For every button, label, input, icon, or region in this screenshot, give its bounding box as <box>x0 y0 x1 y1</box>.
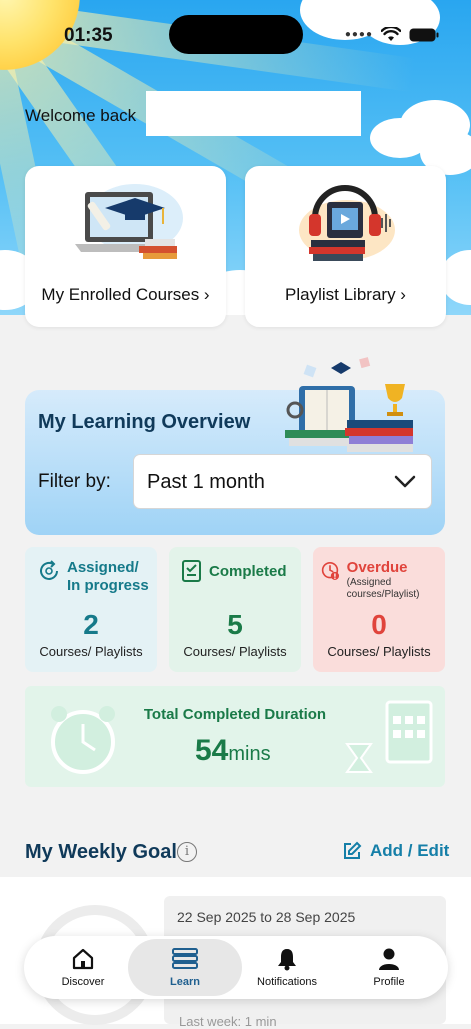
assigned-title-line1: Assigned/ <box>67 559 139 576</box>
nav-profile[interactable]: Profile <box>336 936 442 999</box>
completed-unit: Courses/ Playlists <box>183 644 287 659</box>
completed-count: 5 <box>227 609 243 640</box>
completed-title: Completed <box>209 563 287 580</box>
welcome-text: Welcome back <box>25 106 137 125</box>
edit-icon <box>344 841 362 859</box>
user-name-placeholder <box>146 91 361 136</box>
duration-title: Total Completed Duration <box>143 706 327 723</box>
my-enrolled-courses-label: My Enrolled Courses › <box>41 285 210 304</box>
assigned-title-line2: In progress <box>67 577 149 594</box>
weekly-goal-range: 22 Sep 2025 to 28 Sep 2025 <box>177 909 356 925</box>
nav-notifications-label: Notifications <box>257 976 317 988</box>
learning-overview-panel: My Learning Overview Filter by: Past 1 m… <box>25 357 445 535</box>
add-edit-goal-button[interactable]: Add / Edit <box>342 841 449 861</box>
total-duration-card: Total Completed Duration 54mins <box>25 686 445 787</box>
weekly-goal-title: My Weekly Goal <box>25 841 177 863</box>
person-icon <box>379 948 399 970</box>
chevron-down-icon <box>394 475 416 488</box>
assigned-unit: Courses/ Playlists <box>39 644 143 659</box>
overdue-count: 0 <box>371 609 387 640</box>
nav-profile-label: Profile <box>373 976 405 988</box>
overview-title: My Learning Overview <box>38 411 251 433</box>
weekly-goal-last-week: Last week: 1 min <box>179 1014 277 1029</box>
playlist-library-label: Playlist Library › <box>285 285 406 304</box>
laptop-graduation-illustration <box>75 184 183 259</box>
nav-learn[interactable]: Learn <box>128 936 242 999</box>
nav-notifications[interactable]: Notifications <box>234 936 340 999</box>
overdue-unit: Courses/ Playlists <box>327 644 431 659</box>
period-filter-value: Past 1 month <box>147 471 265 493</box>
status-icons: ●●●● <box>345 27 439 42</box>
duration-value: 54mins <box>195 734 271 768</box>
completed-card[interactable]: Completed 5 Courses/ Playlists <box>169 547 301 672</box>
headphones-books-illustration <box>299 185 395 261</box>
refresh-progress-icon <box>40 560 58 580</box>
info-icon[interactable]: i <box>177 842 197 862</box>
add-edit-label: Add / Edit <box>370 841 450 860</box>
status-time: 01:35 <box>64 25 113 46</box>
duration-number: 54 <box>195 734 229 767</box>
books-icon <box>172 948 198 969</box>
period-filter-select[interactable]: Past 1 month <box>133 454 432 509</box>
dynamic-island <box>169 15 303 54</box>
assigned-in-progress-card[interactable]: Assigned/ In progress 2 Courses/ Playlis… <box>25 547 157 672</box>
filter-label: Filter by: <box>38 471 111 492</box>
overdue-card[interactable]: Overdue (Assigned courses/Playlist) 0 Co… <box>313 547 445 672</box>
overdue-clock-icon <box>321 561 340 581</box>
nav-learn-label: Learn <box>170 976 200 988</box>
battery-icon <box>409 28 439 41</box>
wifi-icon <box>381 27 401 41</box>
bottom-navigation: Discover Learn Notifications Profile <box>24 936 448 999</box>
checklist-icon <box>182 560 201 582</box>
duration-unit: mins <box>228 743 271 765</box>
books-trophy-illustration <box>285 357 413 452</box>
overdue-subtitle: (Assigned courses/Playlist) <box>346 577 420 600</box>
nav-discover[interactable]: Discover <box>30 936 136 999</box>
assigned-count: 2 <box>83 609 99 640</box>
home-icon <box>72 948 94 970</box>
nav-discover-label: Discover <box>61 976 105 988</box>
overdue-title: Overdue <box>346 559 408 576</box>
my-enrolled-courses-card[interactable]: My Enrolled Courses › <box>25 166 226 327</box>
playlist-library-card[interactable]: Playlist Library › <box>245 166 446 327</box>
signal-dots-icon: ●●●● <box>344 29 373 40</box>
bell-icon <box>278 949 296 971</box>
